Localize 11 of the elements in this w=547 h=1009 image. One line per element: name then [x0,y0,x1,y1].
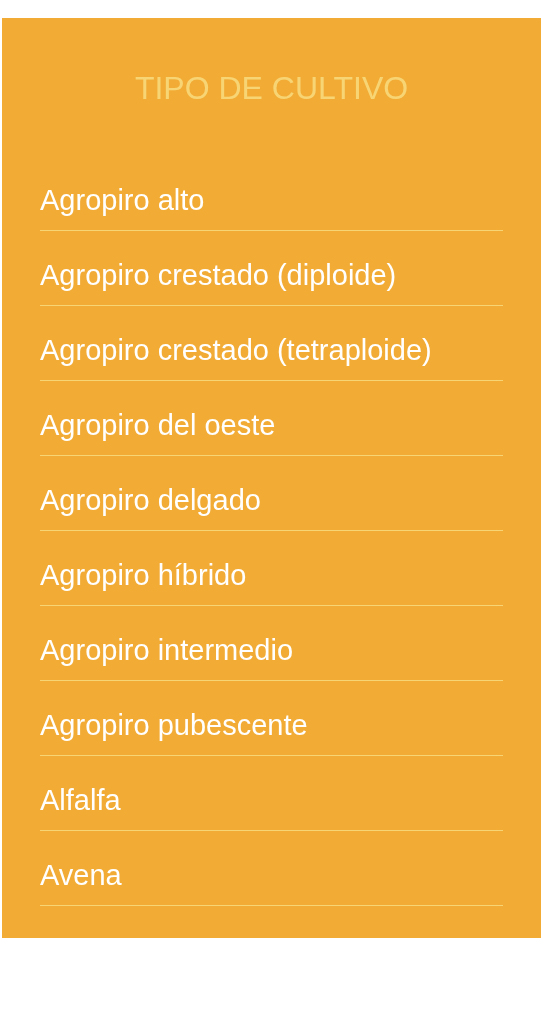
list-item[interactable]: Alfalfa [40,756,503,831]
list-item[interactable]: Agropiro del oeste [40,381,503,456]
panel-title: TIPO DE CULTIVO [133,69,410,108]
list-item[interactable]: Agropiro alto [40,156,503,231]
list-item[interactable]: Agropiro delgado [40,456,503,531]
list-item[interactable]: Agropiro híbrido [40,531,503,606]
list-item[interactable]: Agropiro crestado (tetraploide) [40,306,503,381]
list-item[interactable]: Avena [40,831,503,906]
list-item[interactable]: Agropiro crestado (diploide) [40,231,503,306]
list-item[interactable]: Agropiro pubescente [40,681,503,756]
list-item[interactable]: Agropiro intermedio [40,606,503,681]
